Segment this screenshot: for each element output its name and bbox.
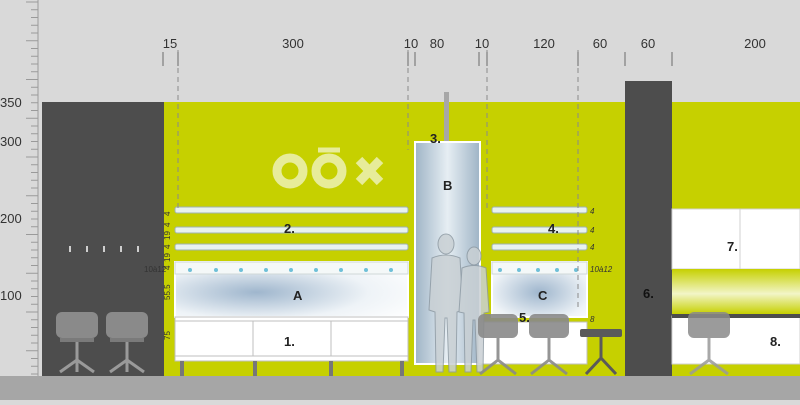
vdim-label: 55.5 [163, 284, 172, 300]
shelves-right [491, 206, 588, 251]
height-label: 200 [0, 211, 22, 226]
column-6 [625, 81, 672, 376]
vdim-label: 4 [163, 244, 172, 249]
dim-label: 60 [593, 36, 607, 51]
vdim-label: 4 [590, 207, 595, 216]
dim-label: 80 [430, 36, 444, 51]
item-label-4: 4. [548, 221, 559, 236]
item-label-c: C [538, 288, 548, 303]
item-label-2: 2. [284, 221, 295, 236]
item-label-1: 1. [284, 334, 295, 349]
item-label-6: 6. [643, 286, 654, 301]
vdim-label: 4 [163, 211, 172, 216]
dim-label: 60 [641, 36, 655, 51]
dim-label: 120 [533, 36, 555, 51]
vdim-label: 19 [163, 253, 172, 262]
vdim-label: 8 [590, 315, 595, 324]
vdim-label: 19 [163, 231, 172, 240]
item-label-8: 8. [770, 334, 781, 349]
item-label-5: 5. [519, 310, 530, 325]
vdim-label: 10à12 [590, 265, 613, 274]
item-label-7: 7. [727, 239, 738, 254]
height-label: 350 [0, 95, 22, 110]
led-strip-a [174, 261, 409, 275]
dim-label: 10 [404, 36, 418, 51]
elevation-drawing: 15 300 10 80 10 120 60 60 200 350 300 20… [0, 0, 800, 400]
dim-label: 200 [744, 36, 766, 51]
item-label-3: 3. [430, 131, 441, 146]
vdim-label: 75 [163, 331, 172, 340]
led-strip-c [491, 261, 588, 275]
height-label: 300 [0, 134, 22, 149]
glow-panel [672, 269, 800, 314]
item-label-a: A [293, 288, 303, 303]
dim-label: 15 [163, 36, 177, 51]
vdim-label: 4 [590, 243, 595, 252]
floor [0, 376, 800, 400]
height-label: 100 [0, 288, 22, 303]
dim-label: 10 [475, 36, 489, 51]
vdim-label: 4 [590, 226, 595, 235]
column-pole [444, 92, 449, 142]
dim-label: 300 [282, 36, 304, 51]
vdim-label: 4 [163, 222, 172, 227]
item-label-b: B [443, 178, 452, 193]
vdim-label: 10à12 [144, 265, 167, 274]
